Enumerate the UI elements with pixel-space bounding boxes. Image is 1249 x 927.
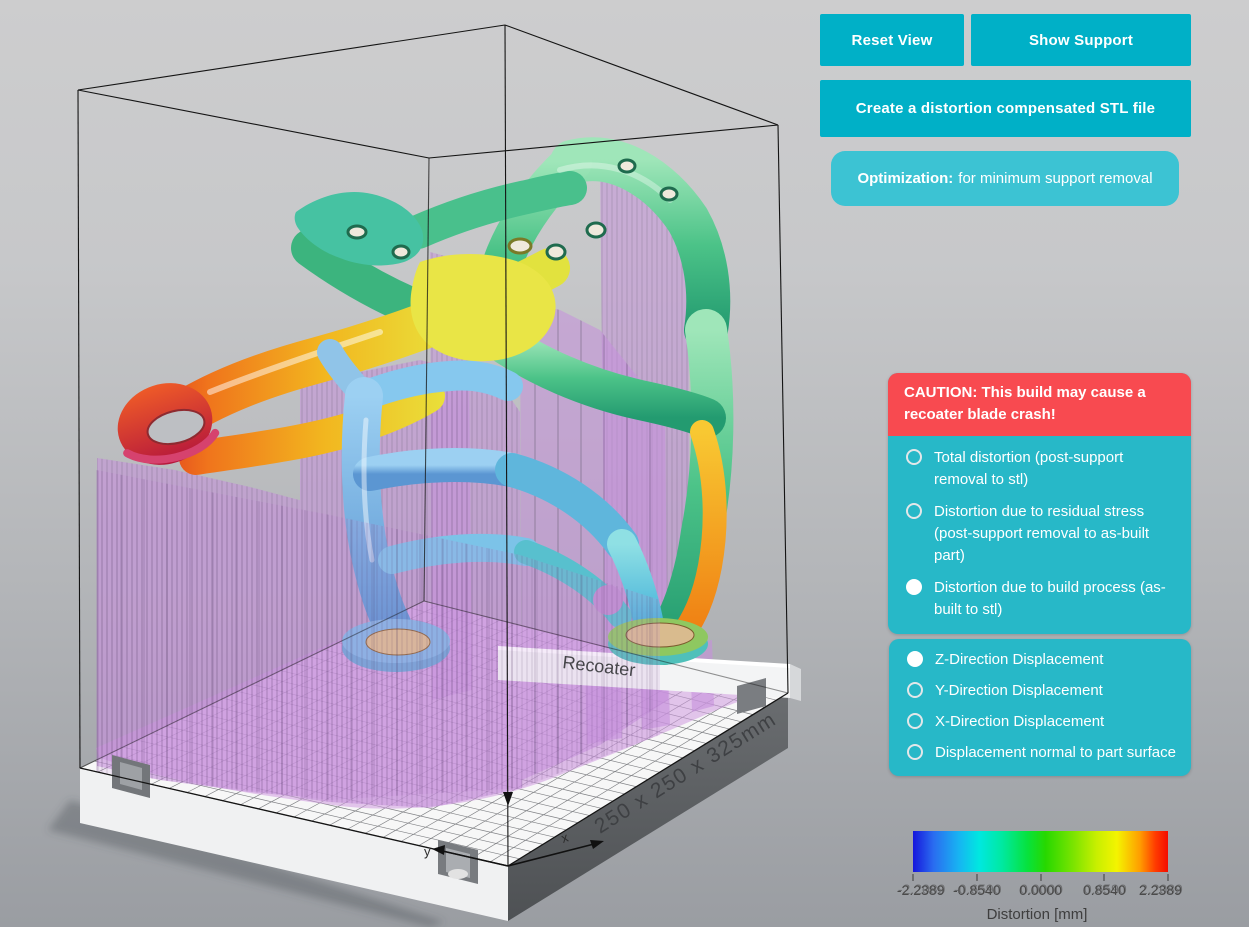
app-root: { "toolbar": { "reset_view": "Reset View… <box>0 0 1249 927</box>
radio-icon[interactable] <box>907 682 923 698</box>
radio-label: Z-Direction Displacement <box>935 649 1103 671</box>
colorbar-title: Distortion [mm] <box>906 906 1168 923</box>
radio-z-displacement[interactable]: Z-Direction Displacement <box>905 649 1177 671</box>
optimization-value: for minimum support removal <box>958 170 1152 187</box>
radio-residual-stress[interactable]: Distortion due to residual stress (post-… <box>904 501 1177 567</box>
create-compensated-stl-button[interactable]: Create a distortion compensated STL file <box>820 80 1191 137</box>
radio-icon[interactable] <box>907 744 923 760</box>
radio-icon[interactable] <box>906 449 922 465</box>
optimization-button[interactable]: Optimization: for minimum support remova… <box>831 151 1179 206</box>
tick-label: -2.2389 <box>897 882 944 898</box>
colorbar-tick-labels: -2.2089-2.2389 -0.6590-0.8540 0.00000.00… <box>913 882 1168 900</box>
radio-build-process[interactable]: Distortion due to build process (as-buil… <box>904 577 1177 621</box>
radio-icon[interactable] <box>907 651 923 667</box>
tick-label: 0.8540 <box>1083 882 1126 898</box>
optimization-label: Optimization: <box>857 170 953 187</box>
radio-label: Y-Direction Displacement <box>935 680 1103 702</box>
radio-x-displacement[interactable]: X-Direction Displacement <box>905 711 1177 733</box>
tick-label: 2.2389 <box>1139 882 1182 898</box>
radio-label: X-Direction Displacement <box>935 711 1104 733</box>
caution-banner: CAUTION: This build may cause a recoater… <box>888 373 1191 436</box>
distortion-colorbar-legend: -2.2089-2.2389 -0.6590-0.8540 0.00000.00… <box>906 831 1176 923</box>
radio-total-distortion[interactable]: Total distortion (post-support removal t… <box>904 447 1177 491</box>
radio-icon[interactable] <box>906 579 922 595</box>
radio-label: Distortion due to residual stress (post-… <box>934 501 1177 567</box>
colorbar-ticks <box>913 872 1168 881</box>
radio-label: Displacement normal to part surface <box>935 742 1176 764</box>
displacement-radio-group: Z-Direction Displacement Y-Direction Dis… <box>889 639 1191 776</box>
tick-label: 0.0000 <box>1019 882 1062 898</box>
radio-icon[interactable] <box>907 713 923 729</box>
displacement-options-panel: Z-Direction Displacement Y-Direction Dis… <box>889 639 1191 776</box>
distortion-radio-group: Total distortion (post-support removal t… <box>888 436 1191 634</box>
distortion-options-panel: CAUTION: This build may cause a recoater… <box>888 373 1191 634</box>
radio-label: Total distortion (post-support removal t… <box>934 447 1177 491</box>
show-support-button[interactable]: Show Support <box>971 14 1191 66</box>
axis-y-label: y <box>424 844 431 859</box>
colorbar-gradient <box>913 831 1168 872</box>
tick-label: -0.8540 <box>953 882 1000 898</box>
radio-normal-displacement[interactable]: Displacement normal to part surface <box>905 742 1177 764</box>
radio-icon[interactable] <box>906 503 922 519</box>
reset-view-button[interactable]: Reset View <box>820 14 964 66</box>
radio-y-displacement[interactable]: Y-Direction Displacement <box>905 680 1177 702</box>
radio-label: Distortion due to build process (as-buil… <box>934 577 1177 621</box>
